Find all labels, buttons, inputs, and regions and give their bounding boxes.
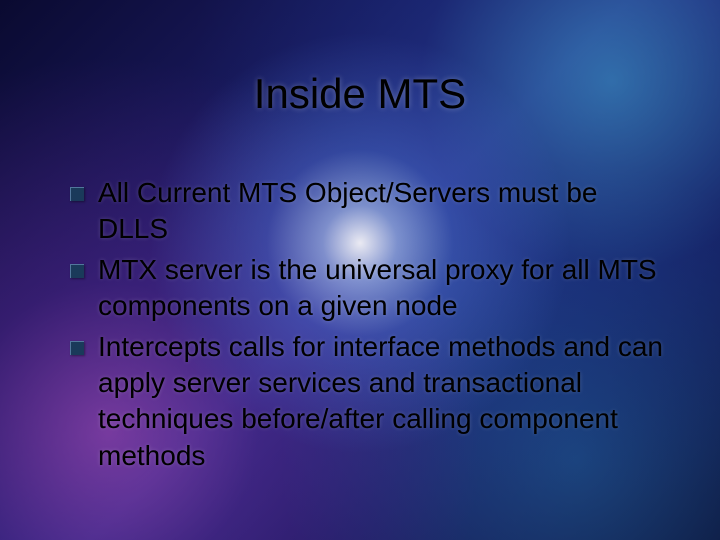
slide: Inside MTS All Current MTS Object/Server… [0,0,720,540]
square-bullet-icon [70,264,84,278]
bullet-text: Intercepts calls for interface methods a… [98,329,670,475]
list-item: All Current MTS Object/Servers must be D… [70,175,670,248]
slide-title: Inside MTS [0,70,720,118]
slide-body: All Current MTS Object/Servers must be D… [70,175,670,478]
bullet-text: MTX server is the universal proxy for al… [98,252,670,325]
bullet-text: All Current MTS Object/Servers must be D… [98,175,670,248]
square-bullet-icon [70,187,84,201]
list-item: MTX server is the universal proxy for al… [70,252,670,325]
list-item: Intercepts calls for interface methods a… [70,329,670,475]
square-bullet-icon [70,341,84,355]
